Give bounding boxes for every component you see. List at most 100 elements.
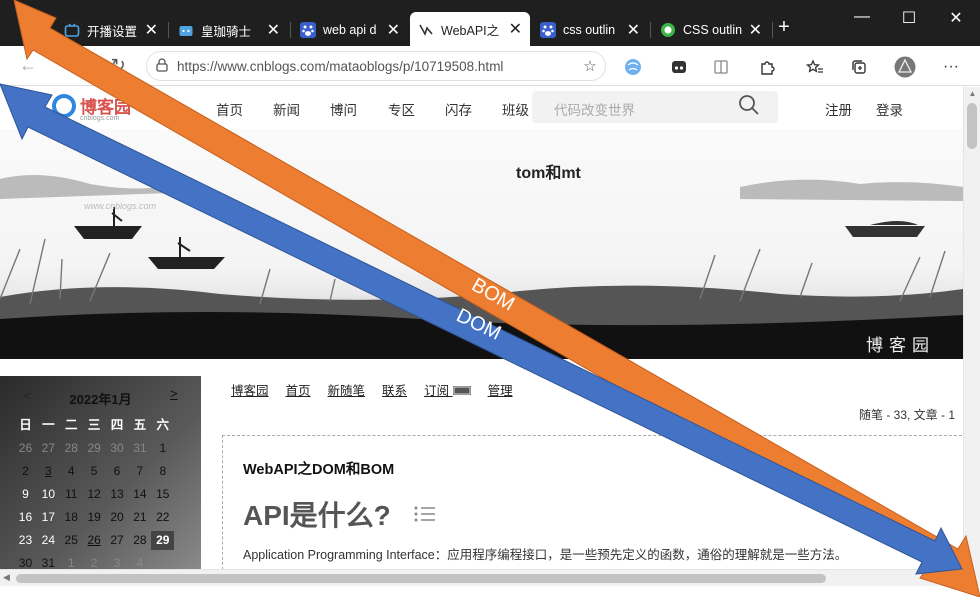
calendar-day[interactable]: 10: [37, 485, 60, 504]
register-link[interactable]: 注册: [825, 99, 852, 119]
vertical-scroll-thumb[interactable]: [967, 103, 977, 149]
extensions-icon[interactable]: [756, 56, 778, 78]
calendar-day[interactable]: 3: [37, 462, 60, 481]
reader-mode-icon[interactable]: [710, 56, 732, 78]
calendar-day[interactable]: 27: [37, 439, 60, 458]
calendar-day[interactable]: 4: [60, 462, 83, 481]
nav-flash[interactable]: 闪存: [445, 99, 472, 119]
tab-close-icon[interactable]: ✕: [387, 20, 400, 40]
calendar-day[interactable]: 5: [83, 462, 106, 481]
close-window-button[interactable]: ✕: [936, 8, 976, 28]
tab-huangjia[interactable]: 皇珈骑士 ✕: [170, 14, 288, 46]
tab-css-outline[interactable]: css outlin ✕: [532, 14, 648, 46]
calendar-day[interactable]: 2: [14, 462, 37, 481]
calendar-day[interactable]: 6: [106, 462, 129, 481]
list-icon[interactable]: [413, 504, 437, 524]
calendar-day[interactable]: 15: [151, 485, 174, 504]
globe-extension-icon[interactable]: [622, 56, 644, 78]
calendar-day[interactable]: 1: [60, 554, 83, 569]
calendar-day[interactable]: 19: [83, 508, 106, 527]
calendar-day[interactable]: 22: [151, 508, 174, 527]
calendar-day[interactable]: 28: [128, 531, 151, 550]
post-title[interactable]: WebAPI之DOM和BOM: [243, 458, 394, 479]
search-icon[interactable]: [738, 94, 760, 116]
calendar-day[interactable]: 13: [106, 485, 129, 504]
nav-news[interactable]: 新闻: [273, 99, 300, 119]
calendar-day[interactable]: 17: [37, 508, 60, 527]
calendar-day[interactable]: 18: [60, 508, 83, 527]
calendar-day[interactable]: 20: [106, 508, 129, 527]
scroll-right-icon[interactable]: ▶: [950, 572, 957, 583]
blog-title[interactable]: tom和mt: [516, 159, 581, 183]
profile-avatar[interactable]: [894, 56, 916, 78]
calendar-day[interactable]: 16: [14, 508, 37, 527]
calendar-day[interactable]: 28: [60, 439, 83, 458]
tab-webapi-dom-bom[interactable]: WebAPI之 ✕: [410, 12, 530, 46]
calendar-day[interactable]: 4: [128, 554, 151, 569]
tab-close-icon[interactable]: ✕: [627, 20, 640, 40]
calendar-day[interactable]: 23: [14, 531, 37, 550]
nav-home[interactable]: 首页: [216, 99, 243, 119]
calendar-day[interactable]: 26: [83, 531, 106, 550]
tab-close-icon[interactable]: ✕: [267, 20, 280, 40]
scroll-left-icon[interactable]: ◀: [3, 572, 10, 583]
url-text[interactable]: https://www.cnblogs.com/mataoblogs/p/107…: [177, 59, 575, 74]
calendar-day[interactable]: 8: [151, 462, 174, 481]
calendar-day[interactable]: 29: [83, 439, 106, 458]
new-tab-button[interactable]: +: [764, 16, 804, 39]
favorites-icon[interactable]: [804, 56, 826, 78]
cnblogs-logo[interactable]: 博客园 cnblogs.com: [52, 93, 131, 122]
forward-button[interactable]: →: [60, 55, 84, 77]
calendar-day[interactable]: 1: [151, 439, 174, 458]
horizontal-scrollbar[interactable]: ◀ ▶: [0, 569, 963, 586]
more-menu-icon[interactable]: ···: [940, 56, 962, 78]
collections-icon[interactable]: [848, 56, 870, 78]
calendar-day[interactable]: 30: [106, 439, 129, 458]
calendar-day[interactable]: 9: [14, 485, 37, 504]
blog-menu-new-post[interactable]: 新随笔: [328, 380, 366, 399]
calendar-day[interactable]: 29: [151, 531, 175, 550]
calendar-day[interactable]: 26: [14, 439, 37, 458]
nav-questions[interactable]: 博问: [330, 99, 357, 119]
calendar-day[interactable]: 30: [14, 554, 37, 569]
calendar-day[interactable]: 21: [128, 508, 151, 527]
horizontal-scroll-thumb[interactable]: [16, 574, 826, 583]
minimize-button[interactable]: —: [842, 8, 882, 26]
calendar-day[interactable]: 2: [83, 554, 106, 569]
extension-puzzle-dark-icon[interactable]: [668, 56, 690, 78]
nav-zone[interactable]: 专区: [388, 99, 415, 119]
refresh-button[interactable]: ↻: [106, 55, 130, 77]
blog-menu-manage[interactable]: 管理: [488, 380, 513, 399]
calendar-day[interactable]: 25: [60, 531, 83, 550]
tab-webapi-search[interactable]: web api d ✕: [292, 14, 408, 46]
login-link[interactable]: 登录: [876, 99, 903, 119]
blog-menu-subscribe[interactable]: 订阅: [424, 380, 471, 399]
blog-menu-cnblogs[interactable]: 博客园: [231, 380, 269, 399]
tab-close-icon[interactable]: ✕: [509, 19, 522, 39]
scroll-up-icon[interactable]: ▲: [964, 89, 980, 98]
calendar-day[interactable]: 24: [37, 531, 60, 550]
site-search-box[interactable]: 代码改变世界: [532, 91, 778, 123]
calendar-day[interactable]: 14: [128, 485, 151, 504]
maximize-button[interactable]: ☐: [889, 8, 929, 28]
tab-kaibo[interactable]: 开播设置 ✕: [56, 14, 166, 46]
url-bar[interactable]: https://www.cnblogs.com/mataoblogs/p/107…: [146, 51, 606, 81]
bilibili-tv-icon: [64, 22, 80, 38]
calendar-next-button[interactable]: >: [170, 386, 178, 401]
calendar-day[interactable]: 7: [128, 462, 151, 481]
blog-menu-home[interactable]: 首页: [286, 380, 311, 399]
tab-close-icon[interactable]: ✕: [145, 20, 158, 40]
tab-css-outline-2[interactable]: CSS outlin ✕: [652, 14, 770, 46]
calendar-day[interactable]: 3: [106, 554, 129, 569]
nav-class[interactable]: 班级: [502, 99, 529, 119]
add-favorite-icon[interactable]: ☆: [575, 57, 605, 75]
calendar-day[interactable]: 31: [37, 554, 60, 569]
calendar-day[interactable]: 12: [83, 485, 106, 504]
calendar-day[interactable]: 27: [106, 531, 129, 550]
tab-close-icon[interactable]: ✕: [749, 20, 762, 40]
vertical-scrollbar[interactable]: ▲: [963, 87, 980, 569]
back-button[interactable]: ←: [16, 55, 40, 77]
calendar-day[interactable]: 11: [60, 485, 83, 504]
calendar-day[interactable]: 31: [128, 439, 151, 458]
blog-menu-contact[interactable]: 联系: [382, 380, 407, 399]
